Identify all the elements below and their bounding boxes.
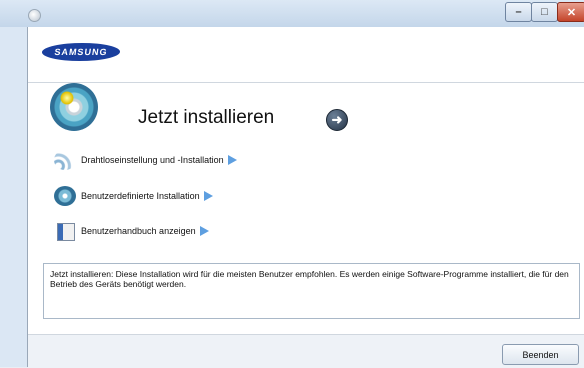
book-icon — [57, 223, 75, 241]
close-icon: ✕ — [566, 6, 577, 19]
maximize-icon: □ — [541, 6, 548, 18]
user-guide-icon — [54, 221, 76, 241]
play-arrow-icon — [199, 226, 209, 236]
minimize-button[interactable]: – — [505, 2, 532, 22]
close-button[interactable]: ✕ — [557, 2, 584, 22]
custom-install-icon — [54, 186, 76, 206]
description-panel: Jetzt installieren: Diese Installation w… — [43, 263, 580, 319]
client-area: SAMSUNG Jetzt installieren ➜ Drahtlosein… — [27, 27, 584, 368]
sparkle-icon — [60, 91, 74, 105]
menu-item-wireless-setup[interactable]: Drahtloseinstellung und -Installation — [54, 149, 237, 171]
footer: Beenden — [28, 334, 584, 368]
play-arrow-icon — [227, 155, 237, 165]
wireless-icon — [54, 150, 76, 170]
maximize-button[interactable]: □ — [531, 2, 558, 22]
title-bar[interactable]: – □ ✕ — [0, 0, 584, 27]
app-icon — [28, 9, 41, 22]
play-arrow-icon — [203, 191, 213, 201]
menu-item-label: Benutzerdefinierte Installation — [81, 191, 200, 201]
header: SAMSUNG — [28, 27, 584, 83]
arrow-right-circle-icon[interactable]: ➜ — [326, 109, 348, 131]
description-text: Jetzt installieren: Diese Installation w… — [50, 269, 569, 289]
menu-item-label: Benutzerhandbuch anzeigen — [81, 226, 196, 236]
menu-item-label: Drahtloseinstellung und -Installation — [81, 155, 224, 165]
finish-button[interactable]: Beenden — [502, 344, 579, 365]
install-now-title[interactable]: Jetzt installieren — [138, 107, 274, 129]
samsung-logo: SAMSUNG — [40, 43, 122, 61]
menu-item-user-guide[interactable]: Benutzerhandbuch anzeigen — [54, 220, 209, 242]
install-disc-icon — [50, 83, 98, 131]
minimize-icon: – — [515, 6, 522, 18]
installer-window: – □ ✕ SAMSUNG Jetzt installieren ➜ Draht… — [0, 0, 584, 368]
menu-item-custom-install[interactable]: Benutzerdefinierte Installation — [54, 185, 213, 207]
